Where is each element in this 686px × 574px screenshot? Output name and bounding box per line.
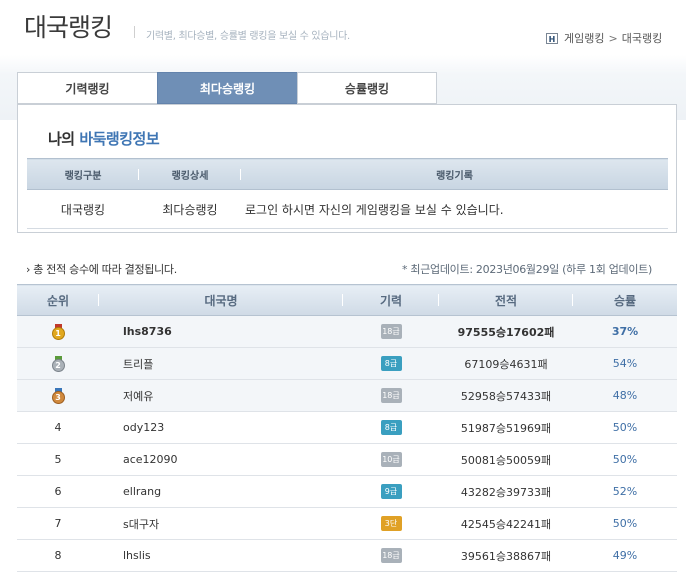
ranking-tabs: 기력랭킹 최다승랭킹 승률랭킹 [17,72,437,104]
my-ranking-title-highlight: 바둑랭킹정보 [79,130,160,148]
column-header-ranking-record: 랭킹기록 [241,158,668,190]
table-row: 6 ellrang 9급 43282승39733패 52% [17,475,677,508]
medal-rank-number: 1 [51,327,65,340]
page-title: 대국랭킹 [24,13,113,42]
win-rate-cell: 54% [573,347,677,380]
player-name-link[interactable]: lhs8736 [99,315,343,348]
ranking-criteria-note: › 총 전적 승수에 따라 결정됩니다. [26,263,177,276]
column-header-grade: 기력 [343,284,439,316]
breadcrumb-item-game-ranking[interactable]: 게임랭킹 [564,30,604,46]
my-ranking-title: 나의 바둑랭킹정보 [48,128,160,149]
player-name-link[interactable]: ace12090 [99,443,343,476]
player-name-link[interactable]: 저예유 [99,379,343,412]
table-row: 8 lhslis 18급 39561승38867패 49% [17,539,677,572]
table-row: 5 ace12090 10급 50081승50059패 50% [17,443,677,476]
column-header-record: 전적 [439,284,573,316]
grade-badge: 8급 [380,356,402,371]
last-update-note: * 최근업데이트: 2023년06월29일 (하루 1회 업데이트) [402,263,652,276]
medal-rank-number: 3 [51,391,65,404]
my-ranking-table: 랭킹구분 랭킹상세 랭킹기록 대국랭킹 최다승랭킹 로그인 하시면 자신의 게임… [27,158,668,229]
win-rate-cell: 37% [573,315,677,348]
win-rate-cell: 48% [573,379,677,412]
grade-badge: 3단 [380,516,402,531]
tab-skill-ranking[interactable]: 기력랭킹 [17,72,157,104]
grade-cell: 18급 [343,379,439,412]
grade-badge: 9급 [380,484,402,499]
table-row: 4 ody123 8급 51987승51969패 50% [17,411,677,444]
my-ranking-title-prefix: 나의 [48,130,80,148]
column-header-ranking-type: 랭킹구분 [27,158,139,190]
player-name-link[interactable]: ody123 [99,411,343,444]
column-header-rank: 순위 [17,284,99,316]
record-cell: 52958승57433패 [439,379,573,412]
page-subtitle: 기력별, 최다승별, 승률별 랭킹을 보실 수 있습니다. [146,31,350,42]
my-ranking-detail: 최다승랭킹 [139,189,241,229]
grade-cell: 8급 [343,411,439,444]
record-cell: 43282승39733패 [439,475,573,508]
table-row: 3 저예유 18급 52958승57433패 48% [17,379,677,412]
record-cell: 42545승42241패 [439,507,573,540]
grade-badge: 18급 [380,324,402,339]
record-cell: 39561승38867패 [439,539,573,572]
rank-cell: 2 [17,347,99,380]
title-divider [134,26,135,38]
grade-cell: 3단 [343,507,439,540]
win-rate-cell: 50% [573,507,677,540]
rank-cell: 8 [17,539,99,572]
ranking-table: 순위 대국명 기력 전적 승률 1 lhs8736 18급 97555승17602패 3… [17,284,677,572]
rank-cell: 3 [17,379,99,412]
record-cell: 97555승17602패 [439,315,573,348]
record-cell: 50081승50059패 [439,443,573,476]
record-cell: 51987승51969패 [439,411,573,444]
player-name-link[interactable]: s대구자 [99,507,343,540]
grade-badge: 10급 [380,452,402,467]
grade-badge: 8급 [380,420,402,435]
table-row: 7 s대구자 3단 42545승42241패 50% [17,507,677,540]
grade-cell: 10급 [343,443,439,476]
column-header-ranking-detail: 랭킹상세 [139,158,241,190]
rank-cell: 6 [17,475,99,508]
my-ranking-type: 대국랭킹 [27,189,139,229]
grade-badge: 18급 [380,388,402,403]
player-name-link[interactable]: lhslis [99,539,343,572]
grade-cell: 9급 [343,475,439,508]
medal-rank-number: 2 [51,359,65,372]
rank-cell: 5 [17,443,99,476]
column-header-win-rate: 승률 [573,284,677,316]
table-row: 1 lhs8736 18급 97555승17602패 37% [17,315,677,348]
home-icon[interactable]: H [546,32,558,44]
win-rate-cell: 50% [573,411,677,444]
my-ranking-record: 로그인 하시면 자신의 게임랭킹을 보실 수 있습니다. [241,189,668,229]
my-ranking-row: 대국랭킹 최다승랭킹 로그인 하시면 자신의 게임랭킹을 보실 수 있습니다. [27,189,668,229]
breadcrumb-separator: > [608,31,618,45]
rank-cell: 1 [17,315,99,348]
gold-medal-icon: 1 [51,324,65,340]
win-rate-cell: 50% [573,443,677,476]
player-name-link[interactable]: ellrang [99,475,343,508]
ranking-table-body: 1 lhs8736 18급 97555승17602패 37% 2 트리플 8급 67109승46… [17,315,677,572]
column-header-player-name: 대국명 [99,284,343,316]
rank-cell: 4 [17,411,99,444]
player-name-link[interactable]: 트리플 [99,347,343,380]
silver-medal-icon: 2 [51,356,65,372]
tab-win-rate-ranking[interactable]: 승률랭킹 [297,72,437,104]
breadcrumb: H 게임랭킹 > 대국랭킹 [546,30,662,46]
tab-most-wins-ranking[interactable]: 최다승랭킹 [157,72,297,104]
record-cell: 67109승4631패 [439,347,573,380]
rank-cell: 7 [17,507,99,540]
grade-cell: 8급 [343,347,439,380]
win-rate-cell: 52% [573,475,677,508]
grade-badge: 18급 [380,548,402,563]
grade-cell: 18급 [343,539,439,572]
grade-cell: 18급 [343,315,439,348]
my-ranking-panel: 나의 바둑랭킹정보 랭킹구분 랭킹상세 랭킹기록 대국랭킹 최다승랭킹 로그인 … [17,104,677,233]
table-row: 2 트리플 8급 67109승4631패 54% [17,347,677,380]
bronze-medal-icon: 3 [51,388,65,404]
breadcrumb-item-match-ranking[interactable]: 대국랭킹 [622,30,662,46]
win-rate-cell: 49% [573,539,677,572]
